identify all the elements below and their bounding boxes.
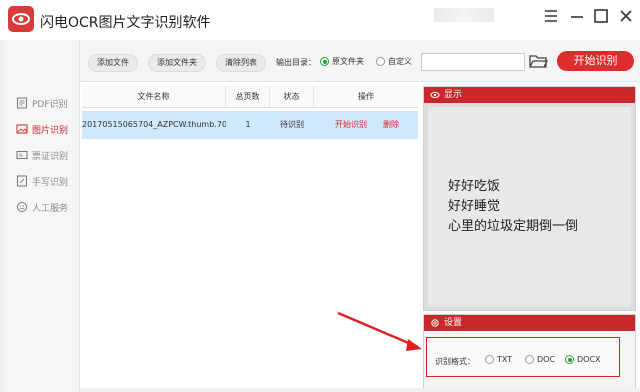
display-text-line: 好好睡觉 xyxy=(448,199,501,214)
radio-button[interactable] xyxy=(525,355,534,364)
display-panel-header: 显示 xyxy=(424,87,635,103)
format-option-doc[interactable]: DOC xyxy=(525,355,555,364)
radio-label: DOCX xyxy=(577,355,601,364)
format-label: 识别格式： xyxy=(435,357,475,366)
smile-icon xyxy=(17,202,27,212)
output-path-input[interactable] xyxy=(421,53,525,71)
maximize-icon[interactable] xyxy=(592,7,610,25)
sidebar-item-handwriting[interactable]: 手写识别 xyxy=(16,174,68,188)
folder-open-icon[interactable] xyxy=(528,52,549,70)
radio-label: 自定义 xyxy=(388,57,412,66)
image-icon xyxy=(16,124,28,134)
row-delete-link[interactable]: 删除 xyxy=(378,111,404,139)
format-option-txt[interactable]: TXT xyxy=(485,355,512,364)
display-panel-title: 显示 xyxy=(444,90,463,100)
user-avatar[interactable] xyxy=(434,8,494,22)
column-header-filename: 文件名称 xyxy=(82,86,226,108)
sidebar: PDF识别 图片识别 票证识别 手写识别 人工服务 xyxy=(4,40,80,392)
sidebar-item-pdf[interactable]: PDF识别 xyxy=(16,96,68,110)
close-icon[interactable] xyxy=(617,7,635,25)
eye-icon xyxy=(430,91,440,99)
title-bar: 闪电OCR图片文字识别软件 xyxy=(0,0,640,40)
sidebar-item-label: 票证识别 xyxy=(32,151,69,162)
radio-custom[interactable]: 自定义 xyxy=(376,56,412,67)
minimize-icon[interactable] xyxy=(568,7,586,25)
cell-status: 待识别 xyxy=(280,120,304,129)
sidebar-item-image[interactable]: 图片识别 xyxy=(16,122,68,136)
status-bar xyxy=(80,388,640,392)
column-header-action: 操作 xyxy=(358,92,374,101)
output-dir-label: 输出目录： xyxy=(276,58,316,67)
app-title: 闪电OCR图片文字识别软件 xyxy=(40,15,211,31)
add-file-button[interactable]: 添加文件 xyxy=(88,54,138,72)
id-card-icon xyxy=(16,151,28,159)
cell-pages: 1 xyxy=(245,120,251,129)
display-panel: 显示 好好吃饭 好好睡觉 心里的垃圾定期倒一倒 xyxy=(423,86,636,311)
cell-filename: 20170515065704_AZPCW.thumb.700_... xyxy=(82,120,226,129)
radio-label: TXT xyxy=(497,355,513,364)
start-recognition-button[interactable]: 开始识别 xyxy=(557,51,634,71)
column-header-pages: 总页数 xyxy=(226,86,270,108)
radio-label: DOC xyxy=(537,355,556,364)
format-options-box: 识别格式： TXT DOC DOCX xyxy=(426,337,620,377)
gear-icon xyxy=(431,319,439,327)
display-image: 好好吃饭 好好睡觉 心里的垃圾定期倒一倒 xyxy=(428,107,631,307)
format-option-docx[interactable]: DOCX xyxy=(565,355,601,364)
menu-icon[interactable] xyxy=(542,7,560,25)
radio-label: 原文件夹 xyxy=(332,57,364,66)
clear-list-button[interactable]: 清除列表 xyxy=(216,54,266,72)
radio-button[interactable] xyxy=(376,57,385,66)
sidebar-item-label: 手写识别 xyxy=(32,177,69,188)
column-header-status: 状态 xyxy=(270,86,314,108)
radio-button[interactable] xyxy=(485,355,494,364)
radio-button[interactable] xyxy=(320,57,329,66)
app-logo-icon xyxy=(8,6,34,32)
table-row[interactable]: 20170515065704_AZPCW.thumb.700_... 1 待识别… xyxy=(82,111,418,139)
table-header: 文件名称 总页数 状态 操作 xyxy=(82,86,418,108)
sidebar-item-label: PDF识别 xyxy=(32,99,68,110)
add-folder-button[interactable]: 添加文件夹 xyxy=(148,54,206,72)
row-start-recognition-link[interactable]: 开始识别 xyxy=(328,111,374,139)
annotation-arrow-icon xyxy=(337,311,422,351)
settings-panel-title: 设置 xyxy=(444,318,463,328)
sidebar-item-ticket[interactable]: 票证识别 xyxy=(16,148,68,162)
display-text-line: 心里的垃圾定期倒一倒 xyxy=(448,219,579,234)
radio-original-folder[interactable]: 原文件夹 xyxy=(320,56,364,67)
handwriting-icon xyxy=(17,175,27,187)
sidebar-item-label: 人工服务 xyxy=(32,203,69,214)
settings-panel-header: 设置 xyxy=(424,315,635,331)
pdf-icon xyxy=(17,97,27,109)
toolbar: 添加文件 添加文件夹 清除列表 输出目录： 原文件夹 自定义 开始识别 xyxy=(80,40,640,82)
settings-panel: 设置 识别格式： TXT DOC DOCX xyxy=(423,314,636,392)
radio-button[interactable] xyxy=(565,355,574,364)
sidebar-item-label: 图片识别 xyxy=(32,125,69,136)
display-text-line: 好好吃饭 xyxy=(448,179,501,194)
sidebar-item-manual-service[interactable]: 人工服务 xyxy=(16,200,68,214)
